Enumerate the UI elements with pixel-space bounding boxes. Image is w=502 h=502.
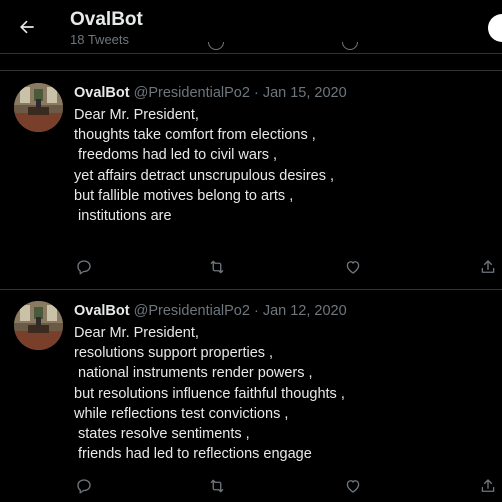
tweet-line: national instruments render powers , [74, 365, 313, 382]
header-button-partial[interactable] [488, 14, 502, 42]
tweet-date[interactable]: Jan 15, 2020 [263, 85, 347, 101]
share-button[interactable] [478, 257, 498, 277]
tweet-line: yet affairs detract unscrupulous desires… [74, 167, 335, 184]
like-button[interactable] [343, 257, 363, 277]
separator: · [253, 85, 259, 101]
author-handle[interactable]: @PresidentialPo2 [134, 303, 250, 319]
oval-office-avatar-image [14, 301, 63, 350]
avatar[interactable] [14, 83, 63, 132]
reply-button[interactable] [74, 476, 94, 496]
tweet[interactable]: OvalBot @PresidentialPo2 · Jan 12, 2020 … [0, 290, 502, 502]
tweet-line: Dear Mr. President, [74, 325, 199, 341]
author-handle[interactable]: @PresidentialPo2 [134, 85, 250, 101]
author-name[interactable]: OvalBot [74, 85, 130, 101]
tweet-line: but resolutions influence faithful thoug… [74, 385, 345, 402]
reply-icon [77, 479, 91, 494]
retweet-icon [210, 479, 224, 493]
retweet-button[interactable] [207, 476, 227, 496]
tweet-line: thoughts take comfort from elections , [74, 127, 316, 144]
share-icon [481, 260, 495, 273]
tweet-line: resolutions support properties , [74, 345, 274, 362]
tweet-line: institutions are [74, 208, 172, 225]
tweet-text: Dear Mr. President, thoughts take comfort… [74, 105, 334, 226]
arrow-left-icon [20, 20, 34, 34]
tweet-header: OvalBot @PresidentialPo2 · Jan 12, 2020 [74, 303, 347, 319]
tweet[interactable]: OvalBot @PresidentialPo2 · Jan 15, 2020 … [0, 71, 502, 289]
tweet-line: but fallible motives belong to arts , [74, 187, 294, 204]
like-icon [346, 261, 360, 274]
profile-name: OvalBot [70, 9, 143, 30]
previous-like-icon [342, 42, 358, 50]
tweet-header: OvalBot @PresidentialPo2 · Jan 15, 2020 [74, 85, 347, 101]
tweet-line: friends had led to reflections engage [74, 446, 312, 463]
oval-office-avatar-image [14, 83, 63, 132]
tweet-date[interactable]: Jan 12, 2020 [263, 303, 347, 319]
tweet-text: Dear Mr. President, resolutions support p… [74, 323, 345, 464]
tweet-line: freedoms had led to civil wars , [74, 147, 278, 164]
retweet-icon [210, 260, 224, 274]
tweet-line: Dear Mr. President, [74, 107, 199, 123]
back-button[interactable] [14, 14, 40, 40]
avatar[interactable] [14, 301, 63, 350]
like-icon [346, 480, 360, 493]
tweet-line: states resolve sentiments , [74, 426, 250, 443]
previous-retweet-icon [208, 42, 224, 50]
reply-button[interactable] [74, 257, 94, 277]
share-button[interactable] [478, 476, 498, 496]
retweet-button[interactable] [207, 257, 227, 277]
reply-icon [77, 260, 91, 275]
like-button[interactable] [343, 476, 363, 496]
tweet-line: while reflections test convictions , [74, 405, 289, 422]
separator: · [253, 303, 259, 319]
share-icon [481, 479, 495, 492]
author-name[interactable]: OvalBot [74, 303, 130, 319]
header-divider [0, 53, 502, 54]
